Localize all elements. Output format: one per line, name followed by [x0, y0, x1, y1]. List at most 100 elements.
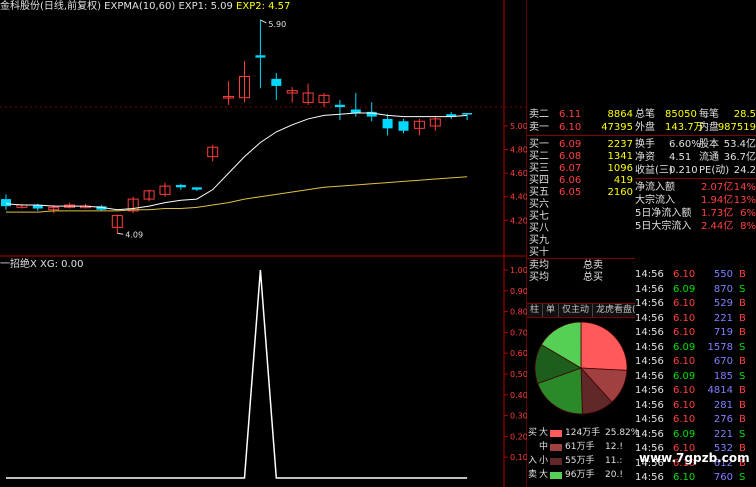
- tick-price: 6.10: [673, 472, 696, 483]
- candle-body: [175, 184, 186, 188]
- tick-direction: B: [739, 356, 746, 367]
- tick-row: 14:56 6.09 185 S: [635, 370, 756, 383]
- stats-value: 987519: [717, 122, 756, 133]
- legend-size: 大: [539, 428, 549, 438]
- tick-volume: 760: [713, 472, 733, 483]
- candle-body: [462, 113, 473, 115]
- tick-time: 14:56: [635, 414, 664, 425]
- sub-tick-label: 0.60: [510, 349, 527, 358]
- tick-time: 14:56: [635, 327, 664, 338]
- flow-row: 净流入额 2.07亿 14%: [635, 181, 756, 194]
- tick-direction: B: [739, 269, 746, 280]
- stock-title: 金科股份(日线,前复权): [0, 1, 101, 12]
- tab-bar-chart[interactable]: 柱: [527, 304, 544, 317]
- stats-label: 换手: [635, 139, 655, 150]
- exp2-value: EXP2: 4.57: [236, 1, 291, 12]
- price-tick-label: 4.60: [510, 169, 527, 178]
- flow-row: 5日大宗流入 2.44亿 8%: [635, 220, 756, 233]
- flow-label: 净流入额: [635, 182, 675, 193]
- legend-side: 入: [528, 456, 538, 466]
- stats-label: 总笔: [635, 109, 655, 120]
- candle-body: [382, 118, 393, 129]
- stats-value: 0.210: [669, 165, 698, 176]
- legend-row: 入小 55万手 11.:: [527, 455, 635, 468]
- stats-label: 流通: [699, 152, 719, 163]
- tick-volume: 221: [713, 428, 733, 440]
- orderbook-label: 卖一: [529, 122, 549, 133]
- legend-percent: 12.!: [605, 442, 623, 452]
- legend-volume: 96万手: [565, 470, 595, 480]
- sub-chart-header: 一招绝X XG: 0.00: [0, 259, 84, 270]
- orderbook-label: 卖二: [529, 109, 549, 120]
- low-marker: [117, 232, 124, 235]
- candle-body: [334, 104, 345, 108]
- tick-row: 14:56 6.10 281 B: [635, 399, 756, 412]
- tab-single[interactable]: 单: [543, 304, 560, 317]
- tick-time: 14:56: [635, 399, 664, 411]
- flow-percent: 8%: [740, 221, 756, 232]
- tick-direction: B: [739, 399, 746, 411]
- tick-direction: S: [739, 472, 746, 483]
- price-tick-label: 4.20: [510, 216, 527, 225]
- orderbook-sell-row: 卖一 6.10 47395: [529, 121, 635, 134]
- stats-value: 28.5: [733, 109, 756, 120]
- tick-row: 14:56 6.09 1578 S: [635, 341, 756, 354]
- sub-tick-label: 0.70: [510, 328, 527, 337]
- tick-volume: 550: [713, 269, 733, 280]
- tick-time: 14:56: [635, 370, 664, 382]
- chart-area[interactable]: 5.00 4.80 4.60 4.40 4.20 5.90 4.09 1.00 0.90 0.80…: [0, 0, 527, 487]
- legend-percent: 20.!: [605, 470, 623, 480]
- tick-volume: 529: [713, 298, 733, 309]
- legend-side: 买: [528, 428, 538, 438]
- tick-row: 14:56 6.10 4814 B: [635, 384, 756, 397]
- tick-direction: B: [739, 327, 746, 338]
- tick-time: 14:56: [635, 298, 664, 309]
- tick-time: 14:56: [635, 341, 664, 353]
- tick-row: 14:56 6.10 719 B: [635, 326, 756, 339]
- tick-direction: B: [739, 298, 746, 309]
- candle-body: [398, 121, 409, 131]
- price-tick-label: 4.80: [510, 146, 527, 155]
- pie-legend: 买大 124万手 25.82% 中 61万手 12.! 入小 55万手 11.: 卖大 96万手 20…: [527, 427, 639, 487]
- candlestick-chart[interactable]: 5.00 4.80 4.60 4.40 4.20 5.90 4.09 1.00 0.90 0.80…: [0, 0, 527, 487]
- tick-row: 14:56 6.10 760 S: [635, 471, 756, 484]
- volume-pie-chart: [534, 321, 628, 415]
- tick-direction: S: [739, 370, 746, 382]
- high-marker: [260, 19, 267, 24]
- tick-row: 14:56 6.10 529 B: [635, 297, 756, 310]
- legend-swatch: [550, 472, 562, 479]
- tab-dragon-tiger[interactable]: 龙虎看盘(成交量): [593, 304, 635, 317]
- candle-body: [271, 78, 282, 86]
- flow-label: 5日大宗流入: [635, 221, 692, 232]
- stats-value: 85050: [665, 109, 697, 120]
- flow-label: 5日净流入额: [635, 208, 692, 219]
- tick-price: 6.10: [673, 399, 696, 411]
- sub-tick-label: 0.30: [510, 412, 527, 421]
- sub-tick-label: 0.90: [510, 287, 527, 296]
- tick-volume: 276: [713, 414, 733, 425]
- tick-volume: 870: [713, 283, 733, 295]
- legend-side: 卖: [528, 470, 538, 480]
- flow-label: 大宗流入: [635, 195, 675, 206]
- legend-swatch: [550, 458, 562, 465]
- tick-price: 6.09: [673, 370, 696, 382]
- tick-time: 14:56: [635, 356, 664, 367]
- price-tick-label: 5.00: [510, 122, 527, 131]
- stats-label: 收益(三): [635, 165, 673, 176]
- tick-row: 14:56 6.10 221 B: [635, 312, 756, 325]
- legend-volume: 55万手: [565, 456, 595, 466]
- stats-label: 内盘: [699, 122, 719, 133]
- tick-time: 14:56: [635, 385, 664, 396]
- right-panel: 卖二 6.11 8864 卖一 6.10 47395 买一 6.09 2237 买二 6.08 134…: [527, 0, 756, 487]
- tick-direction: B: [739, 312, 746, 324]
- flow-percent: 13%: [733, 195, 756, 206]
- legend-volume: 124万手: [565, 428, 601, 438]
- stats-label: 外盘: [635, 122, 655, 133]
- tab-active-only[interactable]: 仅主动: [559, 304, 594, 317]
- flow-row: 大宗流入 1.94亿 13%: [635, 194, 756, 207]
- sub-tick-label: 0.20: [510, 432, 527, 441]
- tick-price: 6.09: [673, 283, 696, 295]
- watermark: www.7gpzb.com: [639, 451, 750, 465]
- tick-volume: 185: [713, 370, 733, 382]
- tick-time: 14:56: [635, 312, 664, 324]
